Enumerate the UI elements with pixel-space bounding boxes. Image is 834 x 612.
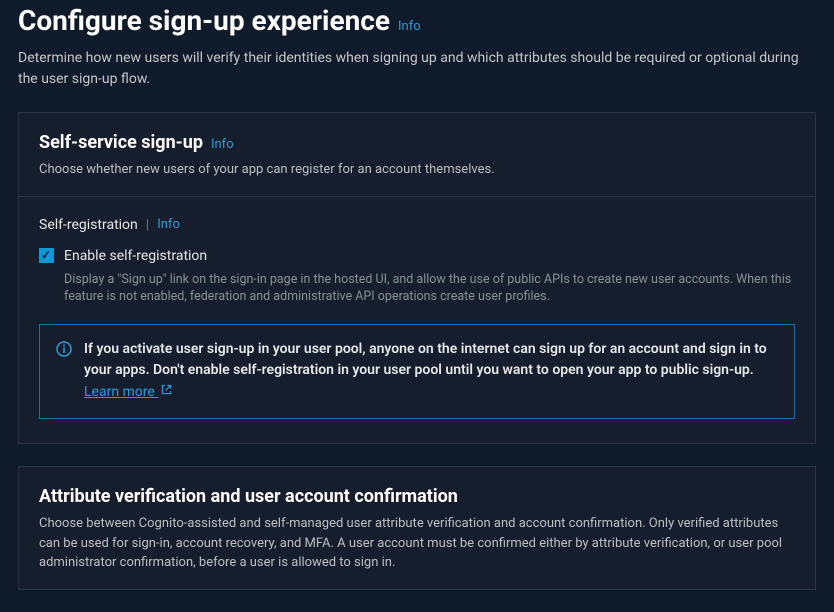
enable-self-registration-checkbox[interactable]: [39, 248, 54, 263]
enable-self-registration-row: Enable self-registration: [39, 246, 795, 267]
alert-message: If you activate user sign-up in your use…: [84, 341, 767, 379]
alert-text: If you activate user sign-up in your use…: [84, 339, 778, 405]
panel-description: Choose between Cognito-assisted and self…: [39, 514, 795, 573]
panel-header: Self-service sign-up Info Choose whether…: [19, 113, 815, 197]
checkbox-description: Display a "Sign up" link on the sign-in …: [64, 271, 795, 306]
section-label-row: Self-registration | Info: [39, 215, 795, 236]
info-alert: If you activate user sign-up in your use…: [39, 324, 795, 420]
learn-more-text: Learn more: [84, 384, 155, 400]
external-link-icon: [160, 382, 173, 404]
section-info-link[interactable]: Info: [157, 215, 180, 235]
panel-header: Attribute verification and user account …: [19, 467, 815, 589]
info-icon: [56, 341, 72, 364]
panel-body: Self-registration | Info Enable self-reg…: [19, 197, 815, 444]
attribute-verification-panel: Attribute verification and user account …: [18, 466, 816, 590]
page-info-link[interactable]: Info: [398, 17, 421, 37]
self-service-signup-panel: Self-service sign-up Info Choose whether…: [18, 112, 816, 444]
panel-title: Self-service sign-up: [39, 129, 203, 156]
checkbox-label: Enable self-registration: [64, 246, 207, 267]
section-label: Self-registration: [39, 215, 138, 236]
panel-info-link[interactable]: Info: [211, 135, 234, 155]
page-title: Configure sign-up experience: [18, 0, 390, 42]
page-description: Determine how new users will verify thei…: [18, 48, 808, 90]
panel-description: Choose whether new users of your app can…: [39, 160, 795, 180]
panel-title: Attribute verification and user account …: [39, 486, 458, 507]
divider: |: [146, 215, 149, 236]
learn-more-link[interactable]: Learn more: [84, 384, 173, 400]
